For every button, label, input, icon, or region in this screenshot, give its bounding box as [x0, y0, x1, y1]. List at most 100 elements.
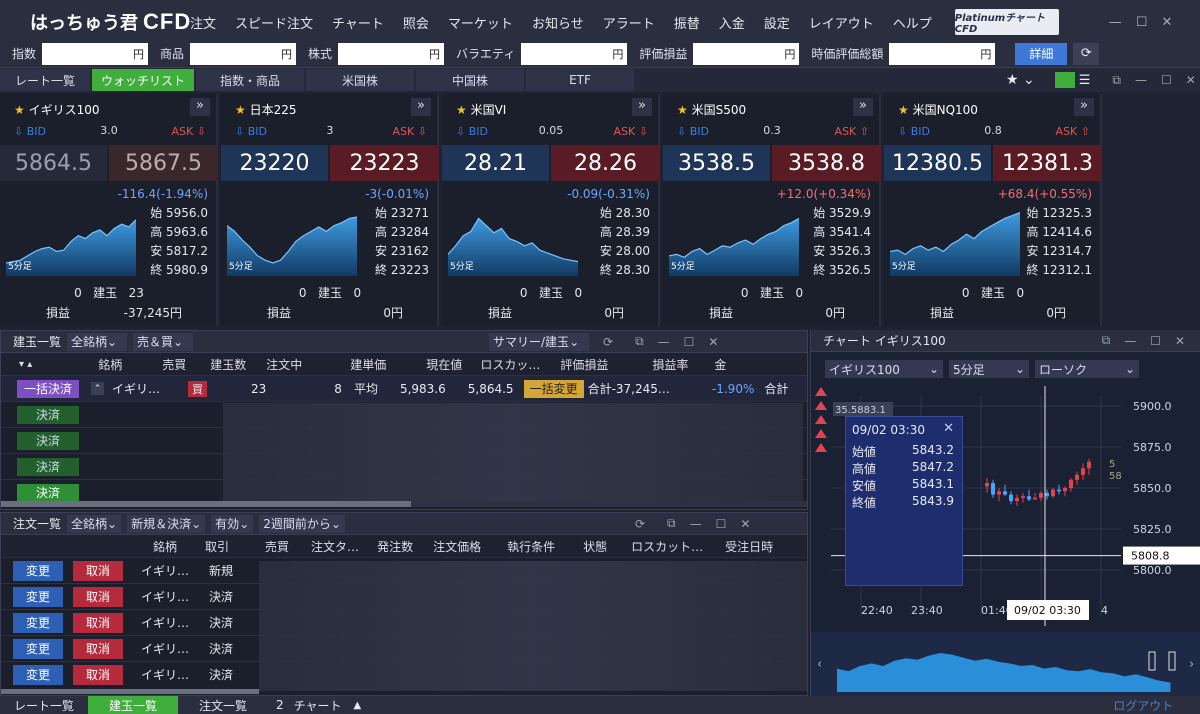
col-unrealized-pl[interactable]: 評価損益 [560, 356, 608, 373]
order-change-button[interactable]: 変更 [13, 586, 63, 607]
menu-chart[interactable]: チャート [332, 13, 384, 32]
star-icon[interactable]: ★ [456, 103, 467, 117]
chart-close-icon[interactable]: ✕ [1175, 334, 1185, 348]
panel-close-icon[interactable]: ✕ [1186, 73, 1196, 87]
chart-timeframe-select[interactable]: 5分足 ⌄ [949, 360, 1029, 378]
bottom-tab-rate-list[interactable]: レート一覧 [0, 696, 88, 714]
col-amount[interactable]: 金 [714, 356, 726, 373]
orders-maximize-icon[interactable]: ☐ [716, 517, 727, 531]
col-qty[interactable]: 建玉数 [210, 356, 246, 373]
tile-view-icon[interactable] [1054, 72, 1075, 88]
list-view-icon[interactable]: ☰ [1079, 73, 1091, 88]
star-icon[interactable]: ★ [677, 103, 688, 117]
expand-arrow-icon[interactable]: » [190, 98, 210, 116]
positions-maximize-icon[interactable]: ☐ [684, 335, 695, 349]
star-icon[interactable]: ★ [898, 103, 909, 117]
expand-arrow-icon[interactable]: » [853, 98, 873, 116]
positions-refresh-icon[interactable]: ⟳ [603, 335, 613, 349]
ask-price-button[interactable]: 5867.5 [109, 145, 218, 181]
menu-transfer[interactable]: 振替 [674, 13, 700, 32]
tooltip-close-icon[interactable]: ✕ [943, 421, 954, 436]
col-side[interactable]: 売買 [162, 356, 186, 373]
bid-price-button[interactable]: 12380.5 [884, 145, 991, 181]
order-cancel-button[interactable]: 取消 [73, 638, 123, 659]
position-row[interactable]: 一括決済 ⌃ イギリ… 買 23 8 平均 5,983.6 5,864.5 一括… [1, 375, 807, 401]
bulk-close-button[interactable]: 一括決済 [17, 379, 79, 398]
close-button[interactable]: 決済 [17, 431, 79, 450]
tab-rate-list[interactable]: レート一覧 [0, 69, 90, 91]
ord-col-order-type[interactable]: 注文タ… [311, 538, 359, 555]
tab-china-stocks[interactable]: 中国株 [416, 69, 524, 91]
chart-style-select[interactable]: ローソク ⌄ [1035, 360, 1139, 378]
ord-col-symbol[interactable]: 銘柄 [153, 538, 177, 555]
chart-popout-icon[interactable]: ⧉ [1102, 333, 1111, 348]
panel-minimize-icon[interactable]: — [1135, 73, 1147, 87]
order-change-button[interactable]: 変更 [13, 612, 63, 633]
menu-alert[interactable]: アラート [603, 13, 655, 32]
order-change-button[interactable]: 変更 [13, 664, 63, 685]
bulk-change-button[interactable]: 一括変更 [523, 379, 584, 398]
chart-maximize-icon[interactable]: ☐ [1150, 334, 1161, 348]
close-button[interactable]: 決済 [17, 483, 79, 502]
menu-speed-order[interactable]: スピード注文 [235, 13, 313, 32]
col-symbol[interactable]: 銘柄 [98, 356, 122, 373]
ord-col-received[interactable]: 受注日時 [725, 538, 773, 555]
order-cancel-button[interactable]: 取消 [73, 664, 123, 685]
refresh-icon[interactable]: ⟳ [1073, 42, 1100, 65]
positions-minimize-icon[interactable]: — [658, 335, 670, 349]
orders-filter-status[interactable]: 有効 ⌄ [211, 514, 254, 533]
ask-price-button[interactable]: 28.26 [551, 145, 660, 181]
orders-minimize-icon[interactable]: — [690, 517, 702, 531]
ask-price-button[interactable]: 23223 [330, 145, 439, 181]
menu-market[interactable]: マーケット [448, 13, 513, 32]
tab-us-stocks[interactable]: 米国株 [306, 69, 414, 91]
rate-card[interactable]: ★ 米国NQ100 » ⇩ BID 0.8 ASK ⇧ 12380.5 1238… [884, 94, 1102, 326]
orders-close-icon[interactable]: ✕ [740, 517, 750, 531]
menu-deposit[interactable]: 入金 [719, 13, 745, 32]
chart-minimize-icon[interactable]: — [1124, 334, 1136, 348]
bid-price-button[interactable]: 28.21 [442, 145, 549, 181]
positions-popout-icon[interactable]: ⧉ [635, 334, 644, 349]
orders-refresh-icon[interactable]: ⟳ [635, 517, 645, 531]
rate-card[interactable]: ★ 米国S500 » ⇩ BID 0.3 ASK ⇧ 3538.5 3538.8… [663, 94, 881, 326]
ord-col-condition[interactable]: 執行条件 [507, 538, 555, 555]
star-icon[interactable]: ★ [235, 103, 246, 117]
positions-filter-side[interactable]: 売＆買 ⌄ [133, 332, 194, 351]
bottom-tab-chart[interactable]: チャート [294, 697, 342, 714]
popout-icon[interactable]: ⧉ [1112, 73, 1121, 88]
positions-scrollbar[interactable] [1, 501, 807, 507]
rate-card[interactable]: ★ イギリス100 » ⇩ BID 3.0 ASK ⇩ 5864.5 5867.… [0, 94, 218, 326]
detail-button[interactable]: 詳細 [1015, 42, 1068, 65]
menu-order[interactable]: 注文 [190, 13, 216, 32]
ord-col-status[interactable]: 状態 [583, 538, 607, 555]
menu-layout[interactable]: レイアウト [809, 13, 874, 32]
ord-col-qty[interactable]: 発注数 [377, 538, 413, 555]
orders-filter-type[interactable]: 新規＆決済 ⌄ [127, 514, 206, 533]
expand-arrow-icon[interactable]: » [1074, 98, 1094, 116]
menu-inquiry[interactable]: 照会 [403, 13, 429, 32]
close-icon[interactable]: ✕ [1161, 15, 1172, 30]
menu-settings[interactable]: 設定 [764, 13, 790, 32]
positions-close-icon[interactable]: ✕ [708, 335, 718, 349]
close-button[interactable]: 決済 [17, 457, 79, 476]
orders-filter-symbol[interactable]: 全銘柄 ⌄ [67, 514, 122, 533]
ord-col-trade[interactable]: 取引 [205, 538, 229, 555]
close-button[interactable]: 決済 [17, 405, 79, 424]
order-cancel-button[interactable]: 取消 [73, 612, 123, 633]
ask-price-button[interactable]: 12381.3 [993, 145, 1102, 181]
orders-filter-period[interactable]: 2週間前から ⌄ [259, 514, 345, 533]
favorite-star-icon[interactable]: ★ ⌄ [1006, 72, 1035, 88]
col-ordering[interactable]: 注文中 [266, 356, 302, 373]
col-losscut[interactable]: ロスカッ… [480, 356, 540, 373]
bid-price-button[interactable]: 3538.5 [663, 145, 770, 181]
minimize-icon[interactable]: — [1109, 15, 1122, 30]
bottom-tab-orders[interactable]: 注文一覧 [178, 696, 268, 714]
tab-watchlist[interactable]: ウォッチリスト [92, 69, 194, 91]
orders-scrollbar[interactable] [1, 689, 259, 694]
logout-link[interactable]: ログアウト [1113, 697, 1173, 714]
bottom-tab-positions[interactable]: 建玉一覧 [88, 696, 178, 714]
ord-col-side[interactable]: 売買 [265, 538, 289, 555]
ord-col-losscut[interactable]: ロスカット… [631, 538, 703, 555]
tab-etf[interactable]: ETF [526, 69, 634, 91]
positions-filter-symbol[interactable]: 全銘柄 ⌄ [67, 332, 128, 351]
